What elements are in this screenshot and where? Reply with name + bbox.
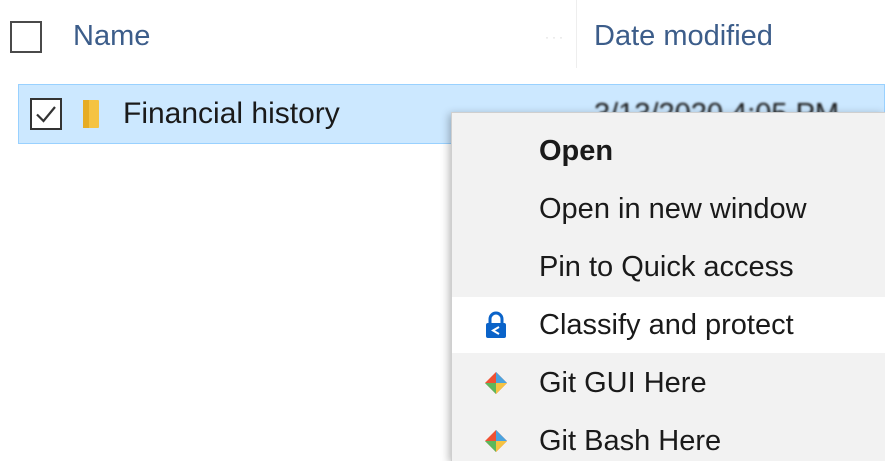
date-modified-column-header[interactable]: Date modified — [594, 14, 773, 58]
git-icon — [485, 430, 507, 452]
context-menu: Open Open in new window Pin to Quick acc… — [451, 112, 885, 461]
file-name[interactable]: Financial history — [123, 93, 340, 135]
menu-item-label: Git Bash Here — [539, 425, 722, 457]
menu-item-open[interactable]: Open — [452, 123, 885, 179]
row-checkbox[interactable] — [30, 98, 62, 130]
menu-item-label: Open in new window — [539, 193, 807, 225]
git-icon — [485, 372, 507, 394]
folder-icon — [83, 100, 99, 128]
menu-item-pin-to-quick-access[interactable]: Pin to Quick access — [452, 239, 885, 295]
sort-indicator-icon: ··· — [545, 30, 566, 44]
menu-item-label: Git GUI Here — [539, 367, 707, 399]
column-divider[interactable] — [576, 0, 577, 68]
lock-icon — [486, 311, 506, 338]
menu-item-open-in-new-window[interactable]: Open in new window — [452, 181, 885, 237]
menu-item-classify-and-protect[interactable]: Classify and protect — [452, 297, 885, 353]
checkmark-icon — [36, 106, 56, 123]
select-all-checkbox[interactable] — [10, 21, 42, 53]
menu-item-git-gui-here[interactable]: Git GUI Here — [452, 355, 885, 411]
name-column-header[interactable]: Name — [73, 14, 150, 58]
menu-item-label: Pin to Quick access — [539, 251, 794, 283]
menu-item-label: Open — [539, 135, 614, 167]
menu-item-label: Classify and protect — [539, 309, 794, 341]
file-explorer-view: Name ··· Date modified Financial history… — [0, 0, 885, 461]
menu-item-git-bash-here[interactable]: Git Bash Here — [452, 413, 885, 461]
